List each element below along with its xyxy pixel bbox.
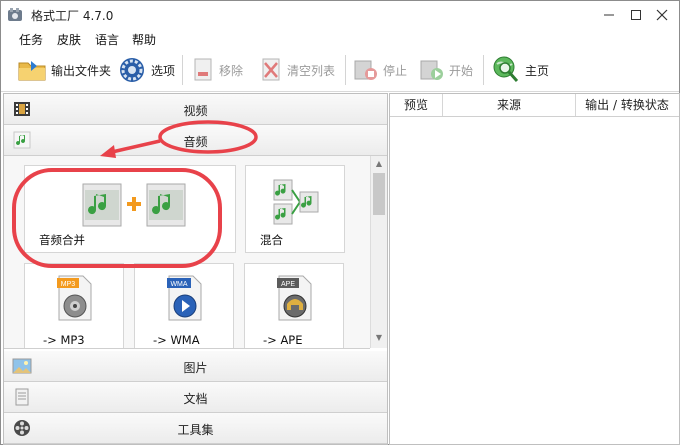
ape-badge: APE <box>281 281 295 288</box>
remove-label: 移除 <box>219 63 244 78</box>
category-image[interactable]: 图片 <box>4 351 387 382</box>
remove-icon <box>194 58 212 81</box>
start-button[interactable]: 开始 <box>419 55 473 85</box>
gear-icon <box>120 58 144 82</box>
menu-bar: 任务 皮肤 语言 帮助 <box>1 29 679 49</box>
to-mp3-label: -> MP3 <box>43 333 85 347</box>
audio-function-grid: 音频合并 混合 MP3 -> MP3 WMA -> WMA APE -> APE <box>4 156 370 349</box>
to-wma-label: -> WMA <box>153 333 200 347</box>
task-list-panel: 预览 来源 输出 / 转换状态 <box>389 93 680 445</box>
output-folder-button[interactable]: 输出文件夹 <box>17 55 111 85</box>
close-button[interactable] <box>639 1 680 29</box>
window-title: 格式工厂 4.7.0 <box>31 9 114 23</box>
toolbar-separator <box>345 55 346 85</box>
to-ape-label: -> APE <box>263 333 303 347</box>
close-icon <box>656 9 668 21</box>
audio-mix-tile[interactable]: 混合 <box>245 165 345 253</box>
start-label: 开始 <box>449 63 474 78</box>
format-factory-icon <box>8 8 22 21</box>
category-tools-label: 工具集 <box>177 423 214 437</box>
clear-list-icon <box>262 58 280 81</box>
category-tools[interactable]: 工具集 <box>4 413 387 444</box>
toolbar: 输出文件夹 选项 移除 清空列表 停止 开始 主页 <box>1 49 679 92</box>
stop-label: 停止 <box>383 63 408 78</box>
home-label: 主页 <box>525 63 550 78</box>
to-ape-tile[interactable]: APE -> APE <box>244 263 344 348</box>
column-source[interactable]: 来源 <box>443 94 576 116</box>
menu-language[interactable]: 语言 <box>95 31 119 48</box>
category-video-label: 视频 <box>183 104 208 118</box>
ape-file-icon: APE <box>277 275 312 321</box>
scroll-up-arrow-icon[interactable]: ▲ <box>373 158 385 170</box>
options-label: 选项 <box>151 63 176 78</box>
toolbar-separator <box>182 55 183 85</box>
home-button[interactable]: 主页 <box>491 55 549 85</box>
audio-mix-label: 混合 <box>260 233 283 247</box>
stop-icon <box>354 60 377 80</box>
stop-button[interactable]: 停止 <box>353 55 407 85</box>
remove-button[interactable]: 移除 <box>191 55 243 85</box>
scroll-down-arrow-icon[interactable]: ▼ <box>373 332 385 344</box>
category-audio[interactable]: 音频 <box>4 125 387 156</box>
category-panel: 视频 音频 音频合并 混合 MP3 -> MP3 WMA -> WMA APE … <box>3 93 388 445</box>
audio-merge-icon <box>82 183 186 227</box>
category-image-label: 图片 <box>183 361 208 375</box>
category-document-label: 文档 <box>183 392 208 406</box>
category-video[interactable]: 视频 <box>4 94 387 125</box>
to-mp3-tile[interactable]: MP3 -> MP3 <box>24 263 124 348</box>
menu-task[interactable]: 任务 <box>19 31 43 48</box>
audio-merge-label: 音频合并 <box>39 233 85 247</box>
globe-search-icon <box>493 56 519 82</box>
title-bar: 格式工厂 4.7.0 <box>1 1 679 29</box>
audio-mix-icon <box>273 179 319 225</box>
menu-help[interactable]: 帮助 <box>132 31 156 48</box>
toolbar-separator <box>483 55 484 85</box>
column-preview[interactable]: 预览 <box>390 94 443 116</box>
category-audio-label: 音频 <box>183 135 208 149</box>
output-folder-label: 输出文件夹 <box>51 63 112 78</box>
grid-scrollbar[interactable]: ▲ ▼ <box>370 156 387 348</box>
options-button[interactable]: 选项 <box>117 55 175 85</box>
scrollbar-thumb[interactable] <box>373 173 385 215</box>
folder-icon <box>18 61 46 81</box>
menu-skin[interactable]: 皮肤 <box>57 31 81 48</box>
wma-file-icon: WMA <box>167 275 202 321</box>
to-wma-tile[interactable]: WMA -> WMA <box>134 263 234 348</box>
audio-merge-tile[interactable]: 音频合并 <box>24 165 236 253</box>
clear-list-label: 清空列表 <box>287 63 336 78</box>
wma-badge: WMA <box>170 281 187 288</box>
column-status[interactable]: 输出 / 转换状态 <box>576 94 678 116</box>
category-document[interactable]: 文档 <box>4 382 387 413</box>
start-icon <box>420 60 443 80</box>
clear-list-button[interactable]: 清空列表 <box>259 55 335 85</box>
mp3-badge: MP3 <box>61 281 76 288</box>
task-list-header: 预览 来源 输出 / 转换状态 <box>390 94 679 117</box>
app-window: 格式工厂 4.7.0 任务 皮肤 语言 帮助 输出文件夹 选项 移除 清空列表 … <box>0 0 680 445</box>
mp3-file-icon: MP3 <box>57 275 92 321</box>
